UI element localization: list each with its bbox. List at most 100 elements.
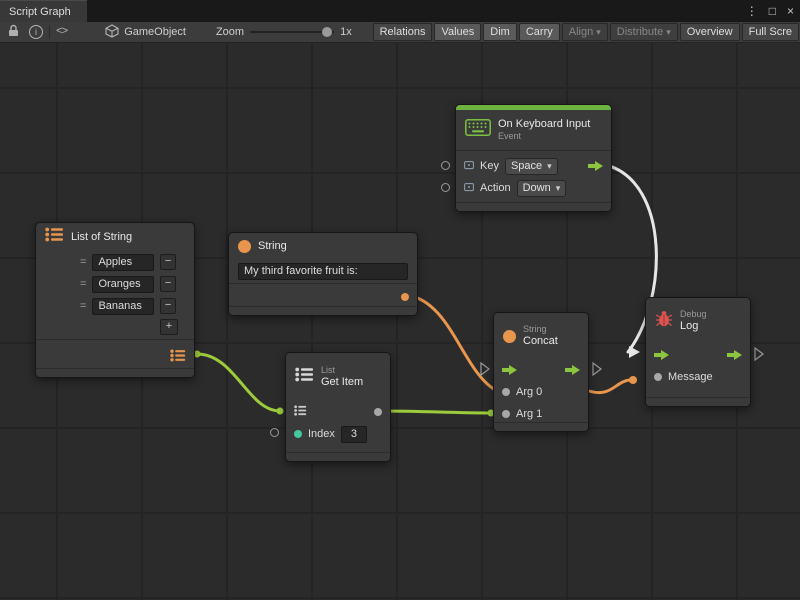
list-output-port[interactable]: [170, 349, 186, 367]
node-concat[interactable]: String Concat Arg 0 Arg 1: [493, 312, 589, 432]
remove-item-button[interactable]: −: [160, 276, 176, 292]
node-category: Debug: [680, 309, 707, 320]
node-list-of-string[interactable]: List of String = Apples − = Oranges − = …: [35, 222, 195, 378]
list-item-row: = Apples −: [36, 251, 194, 273]
fullscreen-button[interactable]: Full Scre: [742, 23, 799, 41]
align-button: Align▾: [562, 23, 608, 41]
maximize-icon[interactable]: □: [769, 4, 776, 18]
tab-title: Script Graph: [9, 6, 71, 18]
gameobject-label[interactable]: GameObject: [124, 26, 186, 38]
dim-button[interactable]: Dim: [483, 23, 517, 41]
index-label: Index: [308, 428, 335, 440]
distribute-button: Distribute▾: [610, 23, 678, 41]
node-string-literal[interactable]: String My third favorite fruit is:: [228, 232, 418, 316]
drag-handle-icon[interactable]: =: [80, 300, 86, 312]
list-item-field[interactable]: Bananas: [92, 298, 154, 315]
node-footer: [286, 452, 390, 461]
arg1-label: Arg 1: [516, 408, 542, 420]
node-category: String: [523, 324, 558, 335]
index-field[interactable]: 3: [341, 426, 367, 443]
zoom-slider[interactable]: [250, 31, 334, 33]
values-button[interactable]: Values: [434, 23, 481, 41]
string-type-icon: [238, 240, 251, 253]
arg1-input-port[interactable]: [502, 410, 510, 418]
chevron-down-icon: ▾: [666, 27, 671, 37]
tab-script-graph[interactable]: Script Graph: [0, 0, 87, 23]
chevron-down-icon: ▾: [547, 161, 552, 172]
toolbar-separator: [49, 25, 50, 39]
message-input-port[interactable]: [654, 373, 662, 381]
window-controls: ⋮ □ ×: [746, 0, 794, 22]
event-accent-bar: [456, 105, 611, 110]
node-get-item[interactable]: List Get Item Index 3: [285, 352, 391, 462]
window-menu-icon[interactable]: ⋮: [746, 4, 758, 18]
string-value-field[interactable]: My third favorite fruit is:: [238, 263, 408, 280]
list-icon: [45, 227, 64, 247]
index-external-port[interactable]: [270, 428, 279, 437]
gameobject-icon: [105, 24, 119, 41]
action-label: Action: [480, 182, 511, 194]
node-title: String: [258, 240, 287, 252]
control-input-port[interactable]: [502, 365, 517, 375]
window-tab-bar: Script Graph ⋮ □ ×: [0, 0, 800, 22]
bug-icon: [655, 310, 673, 332]
arg0-label: Arg 0: [516, 386, 542, 398]
zoom-slider-knob[interactable]: [322, 27, 332, 37]
keycode-type-icon: [464, 182, 474, 195]
node-title: Log: [680, 320, 707, 334]
control-input-port[interactable]: [654, 350, 669, 360]
index-input-port[interactable]: [294, 430, 302, 438]
node-footer: [494, 422, 588, 431]
zoom-label: Zoom: [216, 26, 244, 38]
node-on-keyboard-input[interactable]: On Keyboard Input Event Key Space ▾ Acti…: [455, 104, 612, 212]
node-footer: [36, 368, 194, 377]
chevron-down-icon: ▾: [556, 183, 561, 194]
node-footer: [456, 202, 611, 211]
add-item-button[interactable]: +: [160, 319, 178, 335]
list-item-row: = Bananas + −: [36, 295, 194, 317]
string-type-icon: [503, 330, 516, 343]
key-label: Key: [480, 160, 499, 172]
control-output-port[interactable]: [565, 365, 580, 375]
action-input-port[interactable]: [441, 183, 450, 192]
key-dropdown[interactable]: Space ▾: [505, 158, 558, 175]
item-output-port[interactable]: [374, 408, 382, 416]
string-output-port[interactable]: [401, 293, 409, 301]
list-icon: [295, 367, 314, 387]
list-input-port[interactable]: [294, 405, 307, 419]
code-view-icon[interactable]: <>: [56, 26, 67, 38]
drag-handle-icon[interactable]: =: [80, 278, 86, 290]
remove-item-button[interactable]: −: [160, 298, 176, 314]
node-subtitle: Event: [498, 131, 590, 142]
key-input-port[interactable]: [441, 161, 450, 170]
node-title: On Keyboard Input: [498, 118, 590, 132]
control-output-port[interactable]: [588, 161, 603, 171]
carry-button[interactable]: Carry: [519, 23, 560, 41]
list-item-field[interactable]: Apples: [92, 254, 154, 271]
keyboard-icon: [465, 119, 491, 141]
control-output-port[interactable]: [727, 350, 742, 360]
list-item-row: = Oranges −: [36, 273, 194, 295]
list-item-field[interactable]: Oranges: [92, 276, 154, 293]
arg0-input-port[interactable]: [502, 388, 510, 396]
graph-toolbar: i <> GameObject Zoom 1x Relations Values…: [0, 22, 800, 43]
relations-button[interactable]: Relations: [373, 23, 433, 41]
keycode-type-icon: [464, 160, 474, 173]
chevron-down-icon: ▾: [596, 27, 601, 37]
zoom-value: 1x: [340, 26, 352, 38]
lock-icon[interactable]: [8, 24, 19, 40]
close-icon[interactable]: ×: [787, 4, 794, 18]
node-title: List of String: [71, 231, 132, 243]
node-footer: [229, 306, 417, 315]
node-debug-log[interactable]: Debug Log Message: [645, 297, 751, 407]
node-title: Concat: [523, 335, 558, 349]
node-title: Get Item: [321, 376, 363, 390]
info-icon[interactable]: i: [29, 25, 43, 39]
overview-button[interactable]: Overview: [680, 23, 740, 41]
action-dropdown[interactable]: Down ▾: [517, 180, 567, 197]
node-category: List: [321, 365, 363, 376]
node-footer: [646, 397, 750, 406]
message-label: Message: [668, 371, 713, 383]
remove-item-button[interactable]: −: [160, 254, 176, 270]
drag-handle-icon[interactable]: =: [80, 256, 86, 268]
